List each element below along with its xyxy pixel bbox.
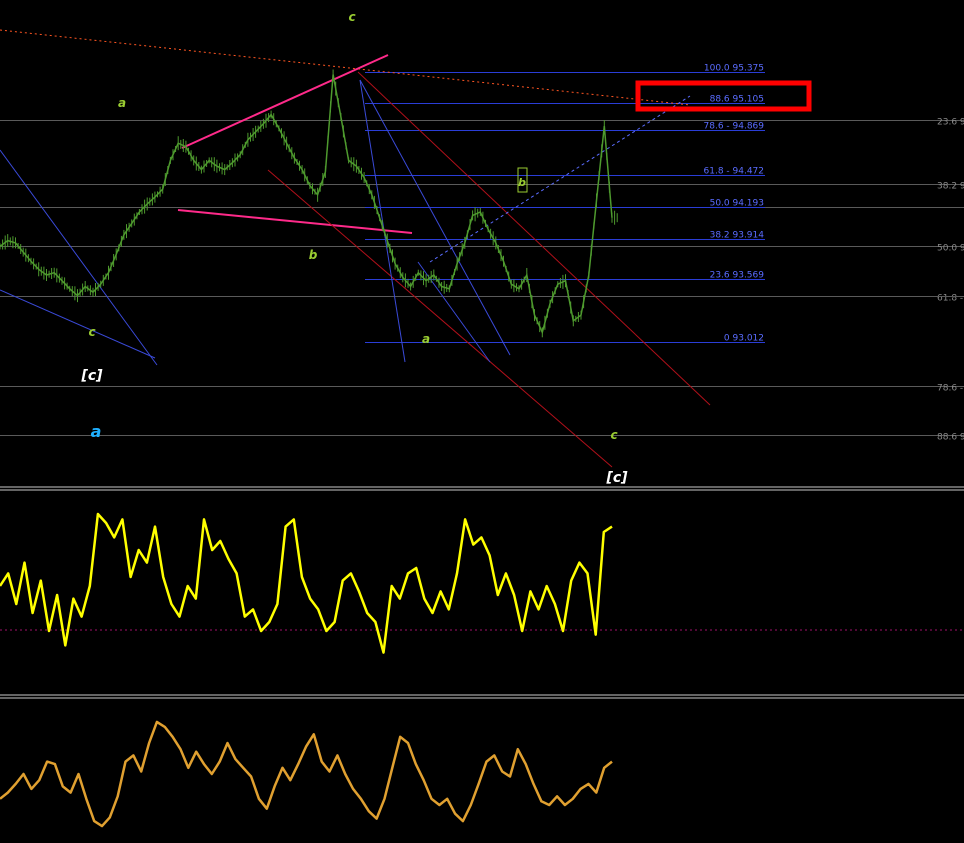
gray-level-label: 50.0 9	[937, 244, 964, 254]
gray-level-label: 23.6 9	[937, 118, 964, 128]
gray-level-label: 38.2 9	[937, 182, 964, 192]
wave-label-b-box-text: b	[518, 176, 526, 189]
wave-label-a-mid: a	[422, 332, 430, 346]
fib-level-label: 0 93.012	[724, 334, 764, 344]
wave-label-c-right: c	[610, 428, 617, 442]
fib-level-label: 50.0 94.193	[710, 199, 764, 209]
chart-background	[0, 0, 964, 839]
wave-label-bracket-c-right: [c]	[605, 470, 628, 486]
gray-level-label: 78.6 - 9	[937, 384, 964, 394]
wave-label-b-mid: b	[309, 248, 318, 262]
chart-root: 23.6 9 38.2 9 50.0 9 61.8 - 9 78.6 - 9 88.6 9…	[0, 0, 964, 839]
wave-label-a-left: a	[118, 96, 126, 110]
wave-label-c-top: c	[348, 10, 355, 24]
wave-label-alt-a: a	[91, 422, 102, 441]
fib-level-label: 88.6 95.105	[710, 95, 764, 105]
wave-label-c-left: c	[88, 325, 95, 339]
fib-level-label: 23.6 93.569	[710, 271, 765, 281]
fib-level-label: 38.2 93.914	[710, 231, 765, 241]
fib-level-label: 78.6 - 94.869	[704, 122, 765, 132]
wave-label-bracket-c-left: [c]	[80, 368, 103, 384]
fib-level-label: 100.0 95.375	[704, 64, 764, 74]
gray-level-label: 88.6 9	[937, 433, 964, 443]
fib-level-label: 61.8 - 94.472	[704, 167, 765, 177]
gray-level-label: 61.8 - 9	[937, 294, 964, 304]
chart-svg: 23.6 9 38.2 9 50.0 9 61.8 - 9 78.6 - 9 88.6 9…	[0, 0, 964, 839]
